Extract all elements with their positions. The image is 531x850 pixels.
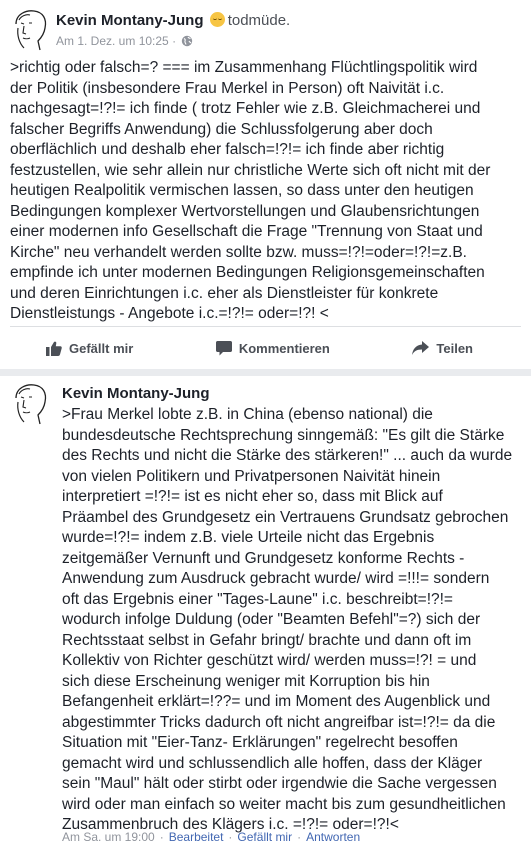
comment-meta-separator: · bbox=[159, 830, 164, 844]
post-body-text: >richtig oder falsch=? === im Zusammenha… bbox=[10, 59, 491, 322]
meta-separator: · bbox=[172, 34, 177, 48]
comment-like-link[interactable]: Gefällt mir bbox=[237, 830, 292, 844]
comment-timestamp[interactable]: Am Sa. um 19:00 bbox=[62, 830, 155, 844]
comment-profile-sketch-avatar[interactable] bbox=[10, 382, 50, 426]
share-arrow-icon bbox=[412, 341, 430, 355]
thumbs-up-icon bbox=[46, 341, 62, 356]
post-action-bar: Gefällt mir Kommentieren Teilen bbox=[10, 326, 521, 369]
post-author-name[interactable]: Kevin Montany-Jung bbox=[56, 12, 204, 29]
sleepy-face-emoji-icon bbox=[209, 12, 225, 27]
share-button-label: Teilen bbox=[436, 340, 473, 356]
share-button[interactable]: Teilen bbox=[412, 341, 473, 356]
post-card: Kevin Montany-Jung todmüde. Am 1. Dez. u… bbox=[0, 0, 531, 369]
globe-icon[interactable] bbox=[181, 35, 193, 47]
post-meta: Am 1. Dez. um 10:25 · bbox=[56, 34, 193, 48]
post-author-line: Kevin Montany-Jung todmüde. bbox=[56, 12, 290, 29]
comment-meta-separator: · bbox=[297, 830, 302, 844]
comment-meta-separator: · bbox=[228, 830, 233, 844]
comment-reply-link[interactable]: Antworten bbox=[306, 830, 360, 844]
comment-meta: Am Sa. um 19:00 · Bearbeitet · Gefällt mir · A… bbox=[62, 830, 360, 844]
like-button-label: Gefällt mir bbox=[69, 340, 134, 356]
like-button[interactable]: Gefällt mir bbox=[46, 341, 133, 356]
comment-section: Kevin Montany-Jung >Frau Merkel lobte z.… bbox=[0, 376, 531, 850]
post-timestamp[interactable]: Am 1. Dez. um 10:25 bbox=[56, 34, 169, 48]
comment-body-text: >Frau Merkel lobte z.B. in China (ebenso… bbox=[62, 406, 513, 833]
comment-button-label: Kommentieren bbox=[238, 340, 330, 356]
comment-button[interactable]: Kommentieren bbox=[215, 340, 330, 356]
speech-bubble-icon bbox=[215, 340, 232, 355]
comment-author-name[interactable]: Kevin Montany-Jung bbox=[62, 385, 210, 402]
post-feeling: todmüde. bbox=[227, 12, 291, 29]
profile-sketch-avatar[interactable] bbox=[10, 8, 50, 52]
comment-edited-link[interactable]: Bearbeitet bbox=[169, 830, 224, 844]
